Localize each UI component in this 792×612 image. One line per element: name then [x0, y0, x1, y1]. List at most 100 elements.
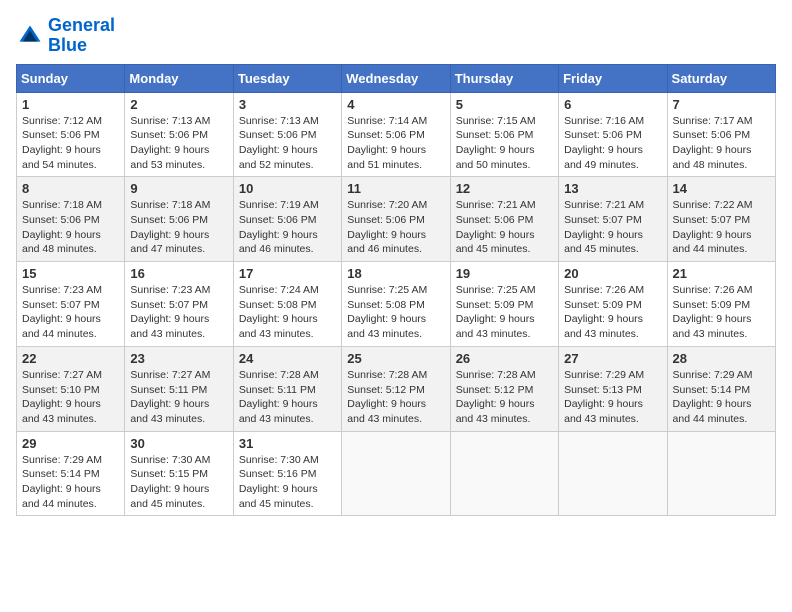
day-info: Sunrise: 7:25 AMSunset: 5:09 PMDaylight:…	[456, 283, 553, 342]
header-tuesday: Tuesday	[233, 64, 341, 92]
week-row-1: 8 Sunrise: 7:18 AMSunset: 5:06 PMDayligh…	[17, 177, 776, 262]
header-row: SundayMondayTuesdayWednesdayThursdayFrid…	[17, 64, 776, 92]
calendar-cell: 30 Sunrise: 7:30 AMSunset: 5:15 PMDaylig…	[125, 431, 233, 516]
header-sunday: Sunday	[17, 64, 125, 92]
day-info: Sunrise: 7:22 AMSunset: 5:07 PMDaylight:…	[673, 198, 770, 257]
day-number: 7	[673, 97, 770, 112]
calendar-body: 1 Sunrise: 7:12 AMSunset: 5:06 PMDayligh…	[17, 92, 776, 516]
day-info: Sunrise: 7:26 AMSunset: 5:09 PMDaylight:…	[673, 283, 770, 342]
day-number: 11	[347, 181, 444, 196]
day-number: 26	[456, 351, 553, 366]
day-number: 31	[239, 436, 336, 451]
calendar-cell: 6 Sunrise: 7:16 AMSunset: 5:06 PMDayligh…	[559, 92, 667, 177]
day-info: Sunrise: 7:27 AMSunset: 5:10 PMDaylight:…	[22, 368, 119, 427]
day-number: 30	[130, 436, 227, 451]
logo-text: General Blue	[48, 16, 115, 56]
header-friday: Friday	[559, 64, 667, 92]
day-info: Sunrise: 7:13 AMSunset: 5:06 PMDaylight:…	[130, 114, 227, 173]
day-info: Sunrise: 7:23 AMSunset: 5:07 PMDaylight:…	[22, 283, 119, 342]
day-number: 19	[456, 266, 553, 281]
day-info: Sunrise: 7:26 AMSunset: 5:09 PMDaylight:…	[564, 283, 661, 342]
day-info: Sunrise: 7:29 AMSunset: 5:14 PMDaylight:…	[22, 453, 119, 512]
day-info: Sunrise: 7:24 AMSunset: 5:08 PMDaylight:…	[239, 283, 336, 342]
calendar-cell: 7 Sunrise: 7:17 AMSunset: 5:06 PMDayligh…	[667, 92, 775, 177]
calendar-cell: 24 Sunrise: 7:28 AMSunset: 5:11 PMDaylig…	[233, 346, 341, 431]
calendar: SundayMondayTuesdayWednesdayThursdayFrid…	[16, 64, 776, 517]
day-info: Sunrise: 7:29 AMSunset: 5:13 PMDaylight:…	[564, 368, 661, 427]
calendar-cell: 14 Sunrise: 7:22 AMSunset: 5:07 PMDaylig…	[667, 177, 775, 262]
day-info: Sunrise: 7:18 AMSunset: 5:06 PMDaylight:…	[130, 198, 227, 257]
calendar-cell: 12 Sunrise: 7:21 AMSunset: 5:06 PMDaylig…	[450, 177, 558, 262]
day-info: Sunrise: 7:12 AMSunset: 5:06 PMDaylight:…	[22, 114, 119, 173]
day-info: Sunrise: 7:20 AMSunset: 5:06 PMDaylight:…	[347, 198, 444, 257]
day-info: Sunrise: 7:25 AMSunset: 5:08 PMDaylight:…	[347, 283, 444, 342]
day-info: Sunrise: 7:28 AMSunset: 5:11 PMDaylight:…	[239, 368, 336, 427]
day-number: 20	[564, 266, 661, 281]
calendar-cell: 17 Sunrise: 7:24 AMSunset: 5:08 PMDaylig…	[233, 262, 341, 347]
calendar-cell: 19 Sunrise: 7:25 AMSunset: 5:09 PMDaylig…	[450, 262, 558, 347]
calendar-cell: 28 Sunrise: 7:29 AMSunset: 5:14 PMDaylig…	[667, 346, 775, 431]
calendar-cell: 20 Sunrise: 7:26 AMSunset: 5:09 PMDaylig…	[559, 262, 667, 347]
calendar-cell: 2 Sunrise: 7:13 AMSunset: 5:06 PMDayligh…	[125, 92, 233, 177]
calendar-cell	[559, 431, 667, 516]
calendar-cell: 27 Sunrise: 7:29 AMSunset: 5:13 PMDaylig…	[559, 346, 667, 431]
calendar-header: SundayMondayTuesdayWednesdayThursdayFrid…	[17, 64, 776, 92]
day-info: Sunrise: 7:28 AMSunset: 5:12 PMDaylight:…	[456, 368, 553, 427]
day-info: Sunrise: 7:14 AMSunset: 5:06 PMDaylight:…	[347, 114, 444, 173]
calendar-cell: 16 Sunrise: 7:23 AMSunset: 5:07 PMDaylig…	[125, 262, 233, 347]
day-number: 23	[130, 351, 227, 366]
calendar-cell: 5 Sunrise: 7:15 AMSunset: 5:06 PMDayligh…	[450, 92, 558, 177]
day-number: 8	[22, 181, 119, 196]
day-number: 17	[239, 266, 336, 281]
day-number: 27	[564, 351, 661, 366]
day-number: 5	[456, 97, 553, 112]
day-number: 3	[239, 97, 336, 112]
day-number: 6	[564, 97, 661, 112]
week-row-0: 1 Sunrise: 7:12 AMSunset: 5:06 PMDayligh…	[17, 92, 776, 177]
day-number: 16	[130, 266, 227, 281]
day-info: Sunrise: 7:28 AMSunset: 5:12 PMDaylight:…	[347, 368, 444, 427]
calendar-cell: 26 Sunrise: 7:28 AMSunset: 5:12 PMDaylig…	[450, 346, 558, 431]
day-number: 18	[347, 266, 444, 281]
calendar-cell: 21 Sunrise: 7:26 AMSunset: 5:09 PMDaylig…	[667, 262, 775, 347]
calendar-cell: 3 Sunrise: 7:13 AMSunset: 5:06 PMDayligh…	[233, 92, 341, 177]
day-info: Sunrise: 7:21 AMSunset: 5:06 PMDaylight:…	[456, 198, 553, 257]
calendar-cell: 11 Sunrise: 7:20 AMSunset: 5:06 PMDaylig…	[342, 177, 450, 262]
calendar-cell	[450, 431, 558, 516]
day-info: Sunrise: 7:13 AMSunset: 5:06 PMDaylight:…	[239, 114, 336, 173]
calendar-cell: 4 Sunrise: 7:14 AMSunset: 5:06 PMDayligh…	[342, 92, 450, 177]
day-info: Sunrise: 7:15 AMSunset: 5:06 PMDaylight:…	[456, 114, 553, 173]
logo: General Blue	[16, 16, 115, 56]
day-number: 29	[22, 436, 119, 451]
calendar-cell: 13 Sunrise: 7:21 AMSunset: 5:07 PMDaylig…	[559, 177, 667, 262]
day-number: 15	[22, 266, 119, 281]
day-number: 10	[239, 181, 336, 196]
calendar-cell: 18 Sunrise: 7:25 AMSunset: 5:08 PMDaylig…	[342, 262, 450, 347]
day-info: Sunrise: 7:30 AMSunset: 5:15 PMDaylight:…	[130, 453, 227, 512]
day-number: 2	[130, 97, 227, 112]
week-row-2: 15 Sunrise: 7:23 AMSunset: 5:07 PMDaylig…	[17, 262, 776, 347]
day-info: Sunrise: 7:16 AMSunset: 5:06 PMDaylight:…	[564, 114, 661, 173]
calendar-cell: 29 Sunrise: 7:29 AMSunset: 5:14 PMDaylig…	[17, 431, 125, 516]
header-wednesday: Wednesday	[342, 64, 450, 92]
day-number: 24	[239, 351, 336, 366]
week-row-3: 22 Sunrise: 7:27 AMSunset: 5:10 PMDaylig…	[17, 346, 776, 431]
logo-icon	[16, 22, 44, 50]
day-info: Sunrise: 7:18 AMSunset: 5:06 PMDaylight:…	[22, 198, 119, 257]
day-number: 9	[130, 181, 227, 196]
calendar-cell	[667, 431, 775, 516]
day-number: 22	[22, 351, 119, 366]
calendar-cell: 25 Sunrise: 7:28 AMSunset: 5:12 PMDaylig…	[342, 346, 450, 431]
calendar-cell: 9 Sunrise: 7:18 AMSunset: 5:06 PMDayligh…	[125, 177, 233, 262]
calendar-cell: 22 Sunrise: 7:27 AMSunset: 5:10 PMDaylig…	[17, 346, 125, 431]
calendar-cell	[342, 431, 450, 516]
calendar-cell: 1 Sunrise: 7:12 AMSunset: 5:06 PMDayligh…	[17, 92, 125, 177]
calendar-cell: 10 Sunrise: 7:19 AMSunset: 5:06 PMDaylig…	[233, 177, 341, 262]
day-info: Sunrise: 7:21 AMSunset: 5:07 PMDaylight:…	[564, 198, 661, 257]
day-info: Sunrise: 7:19 AMSunset: 5:06 PMDaylight:…	[239, 198, 336, 257]
day-info: Sunrise: 7:29 AMSunset: 5:14 PMDaylight:…	[673, 368, 770, 427]
day-info: Sunrise: 7:23 AMSunset: 5:07 PMDaylight:…	[130, 283, 227, 342]
day-info: Sunrise: 7:30 AMSunset: 5:16 PMDaylight:…	[239, 453, 336, 512]
calendar-cell: 23 Sunrise: 7:27 AMSunset: 5:11 PMDaylig…	[125, 346, 233, 431]
day-info: Sunrise: 7:27 AMSunset: 5:11 PMDaylight:…	[130, 368, 227, 427]
